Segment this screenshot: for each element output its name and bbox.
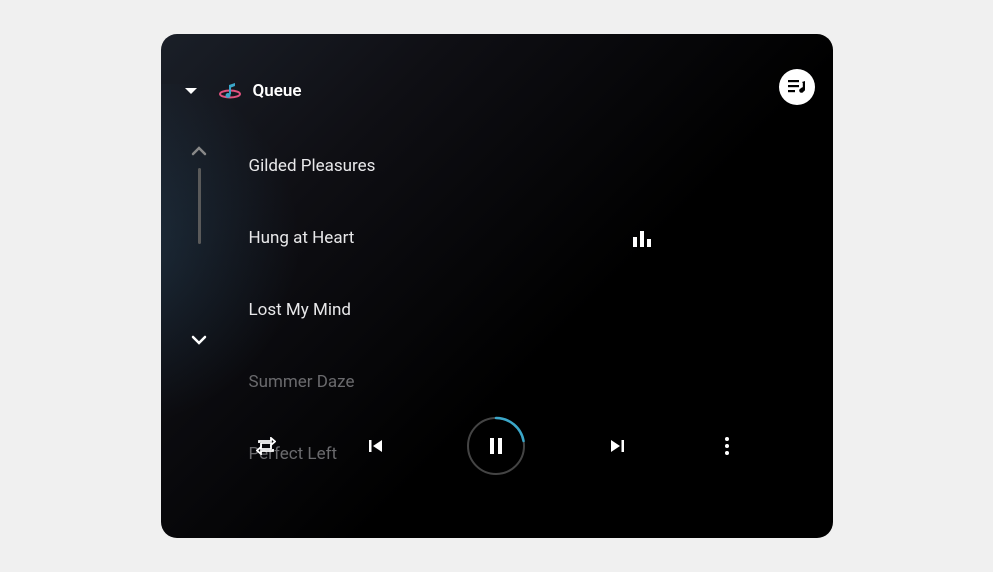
player-header: Queue <box>161 71 833 111</box>
repeat-icon <box>256 437 276 455</box>
more-button[interactable] <box>707 426 747 466</box>
chevron-down-icon <box>184 86 198 96</box>
more-vertical-icon <box>725 437 729 455</box>
repeat-button[interactable] <box>246 426 286 466</box>
playback-controls <box>161 416 833 476</box>
skip-next-icon <box>609 438 625 454</box>
track-title: Hung at Heart <box>249 228 355 248</box>
queue-item[interactable]: Hung at Heart <box>249 202 773 274</box>
play-pause-button[interactable] <box>466 416 526 476</box>
chevron-down-icon <box>191 335 207 345</box>
playlist-button[interactable] <box>779 69 815 105</box>
progress-ring <box>466 416 526 476</box>
app-logo-icon <box>219 80 241 102</box>
skip-previous-icon <box>368 438 384 454</box>
chevron-up-icon <box>191 146 207 156</box>
scroll-down-button[interactable] <box>187 328 211 352</box>
collapse-button[interactable] <box>179 79 203 103</box>
queue-title: Queue <box>253 81 302 101</box>
track-title: Gilded Pleasures <box>249 156 376 176</box>
queue-item[interactable]: Lost My Mind <box>249 274 773 346</box>
music-player-panel: Queue Gilded Pleasures Hung at Heart <box>161 34 833 538</box>
scroll-up-button[interactable] <box>187 139 211 163</box>
queue-item[interactable]: Summer Daze <box>249 346 773 418</box>
queue-item[interactable]: Gilded Pleasures <box>249 130 773 202</box>
next-button[interactable] <box>597 426 637 466</box>
track-title: Lost My Mind <box>249 300 351 320</box>
track-title: Summer Daze <box>249 372 355 392</box>
now-playing-icon <box>633 229 653 247</box>
previous-button[interactable] <box>356 426 396 466</box>
scroll-indicator <box>198 168 201 244</box>
playlist-icon <box>787 78 807 96</box>
